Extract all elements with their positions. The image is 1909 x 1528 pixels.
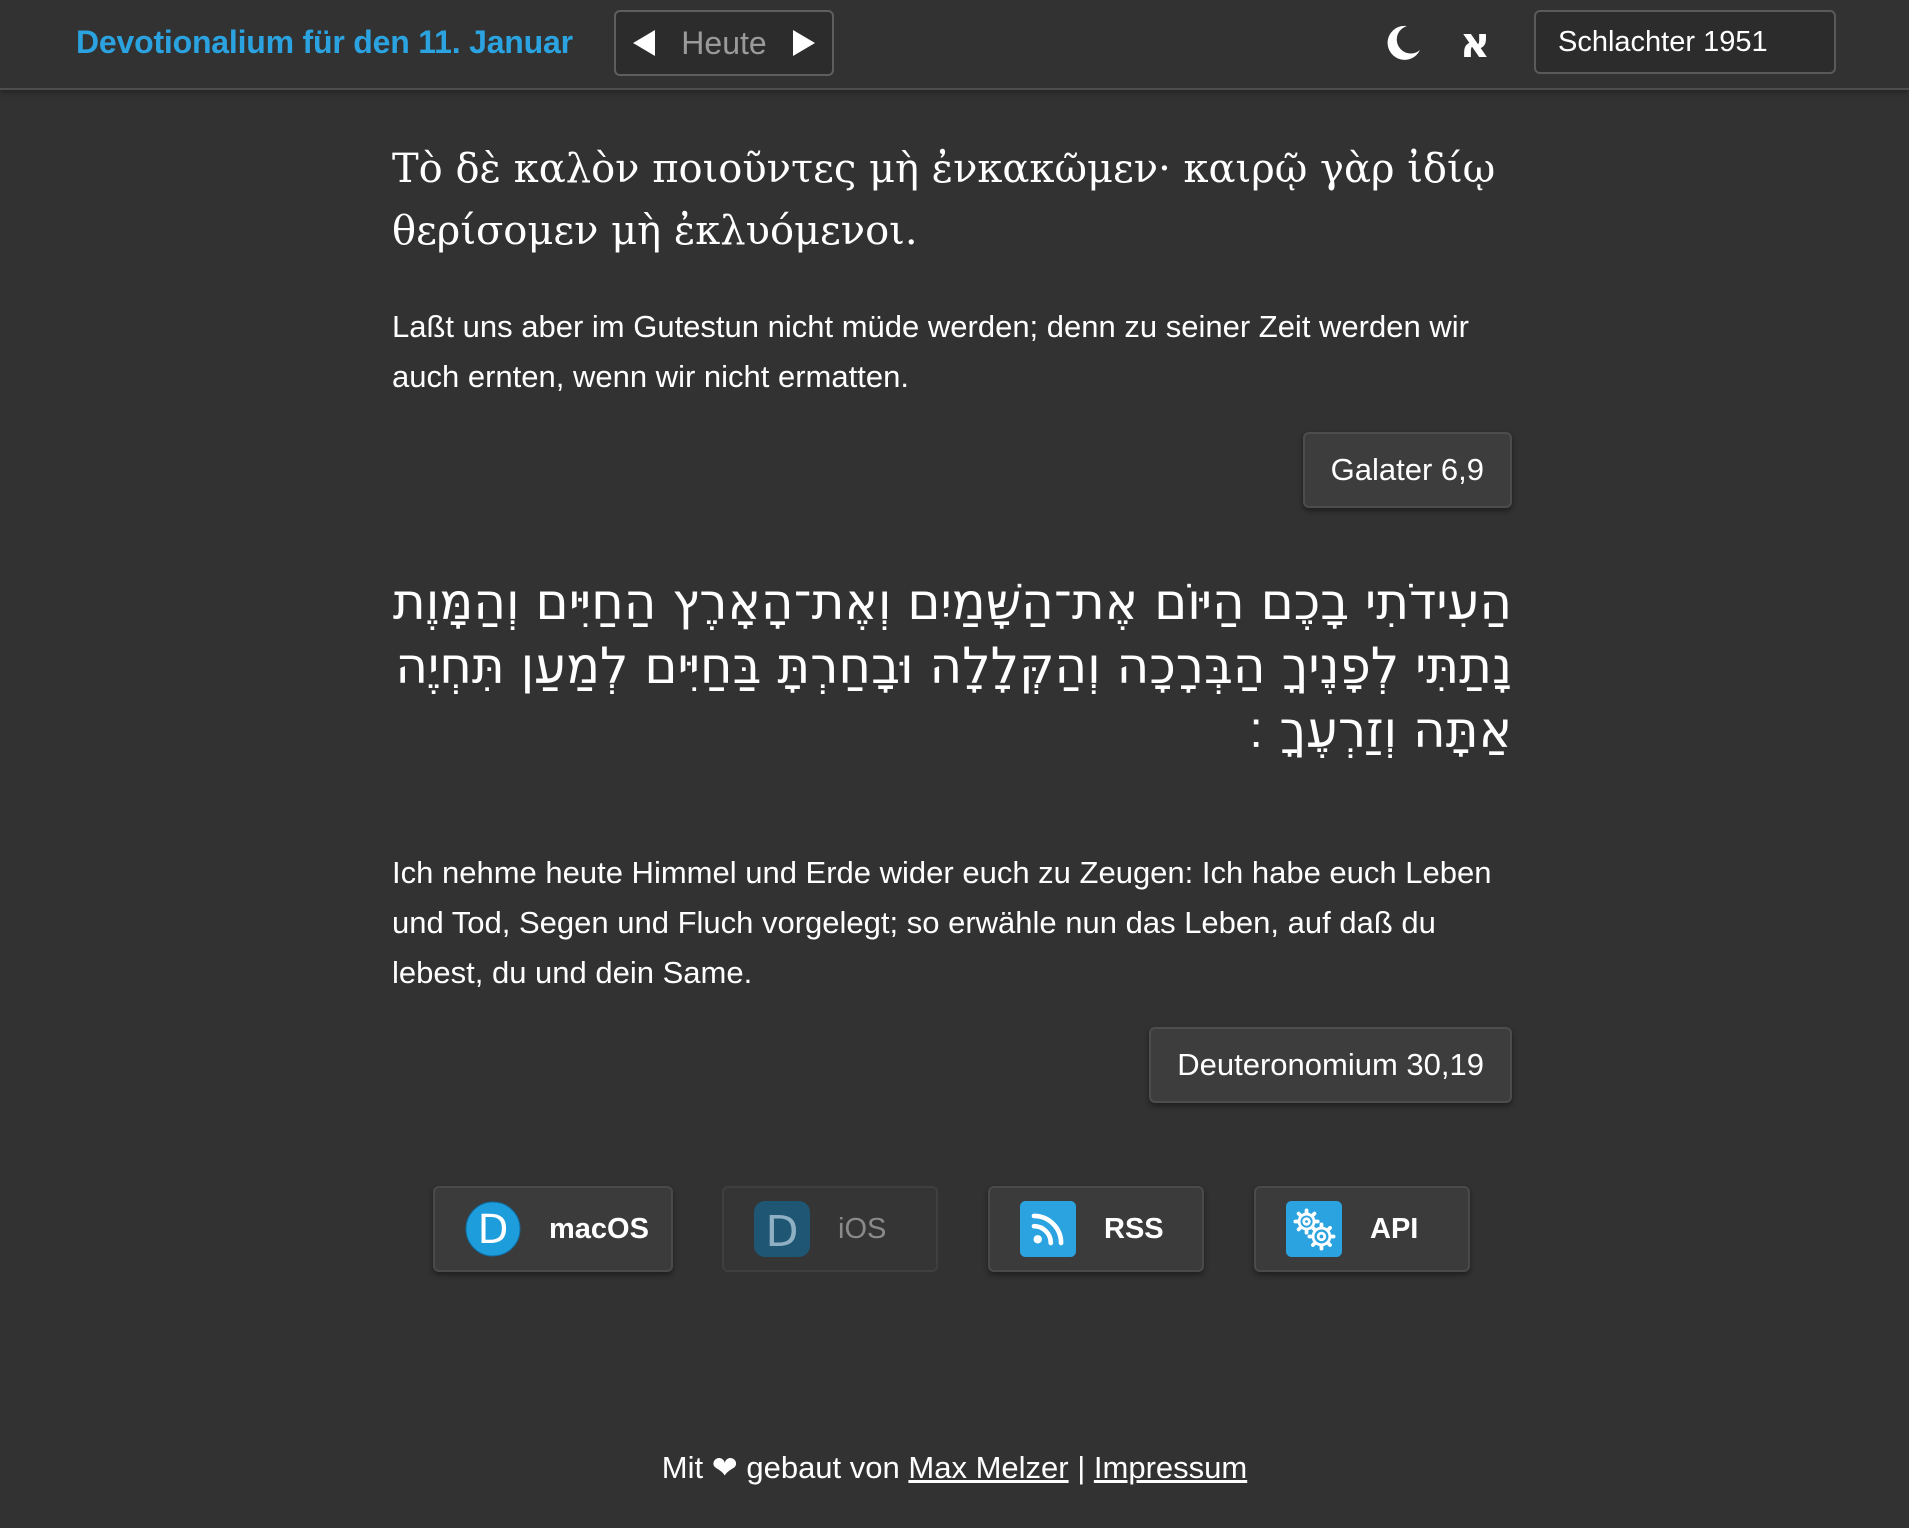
rss-feed-button[interactable]: RSS [988, 1186, 1204, 1272]
next-day-button[interactable] [776, 12, 832, 74]
dark-mode-toggle[interactable] [1378, 18, 1428, 68]
verse-translation: Laßt uns aber im Gutestun nicht müde wer… [392, 309, 1469, 394]
imprint-link[interactable]: Impressum [1094, 1450, 1247, 1485]
app-button-label: API [1370, 1212, 1419, 1245]
footer-text: gebaut von [746, 1450, 900, 1485]
triangle-right-icon [793, 30, 815, 56]
today-button[interactable]: Heute [672, 12, 776, 74]
app-button-label: RSS [1104, 1212, 1164, 1245]
gears-icon [1286, 1201, 1342, 1257]
verse-original-greek: Τὸ δὲ καλὸν ποιοῦντες μὴ ἐνκακῶμεν· καιρ… [392, 146, 1496, 254]
moon-icon [1387, 25, 1420, 60]
verse-original-hebrew: הַעִידֹתִי בָכֶם הַיּוֹם אֶת־הַשָּׁמַיִם… [392, 573, 1512, 759]
heart-icon: ❤ [711, 1450, 738, 1485]
devotionalium-d-icon: D [754, 1201, 810, 1257]
macos-app-button[interactable]: D macOS [433, 1186, 673, 1272]
footer-separator: | [1077, 1450, 1086, 1485]
footer: Mit ❤ gebaut von Max Melzer | Impressum [0, 1450, 1909, 1486]
aleph-icon: א [1459, 18, 1491, 67]
verse-reference-button[interactable]: Galater 6,9 [1302, 432, 1512, 508]
bible-version-select[interactable]: Schlachter 1951 [1534, 10, 1836, 74]
rss-icon [1020, 1201, 1076, 1257]
app-button-label: iOS [838, 1212, 887, 1245]
app-button-label: macOS [549, 1212, 649, 1245]
date-navigation: Heute [614, 10, 834, 76]
verse-reference-button[interactable]: Deuteronomium 30,19 [1149, 1027, 1512, 1103]
hebrew-toggle[interactable]: א [1450, 18, 1500, 68]
top-bar: Devotionalium für den 11. Januar Heute א… [0, 0, 1909, 90]
verse-translation: Ich nehme heute Himmel und Erde wider eu… [392, 855, 1492, 990]
previous-day-button[interactable] [616, 12, 672, 74]
api-button[interactable]: API [1254, 1186, 1470, 1272]
svg-text:D: D [478, 1207, 509, 1253]
ios-app-button: D iOS [722, 1186, 938, 1272]
page-title[interactable]: Devotionalium für den 11. Januar [76, 24, 573, 61]
devotionalium-d-icon: D [465, 1201, 521, 1257]
footer-prefix: Mit [661, 1450, 704, 1485]
svg-text:D: D [765, 1207, 798, 1257]
triangle-left-icon [633, 30, 655, 56]
author-link[interactable]: Max Melzer [908, 1450, 1068, 1485]
